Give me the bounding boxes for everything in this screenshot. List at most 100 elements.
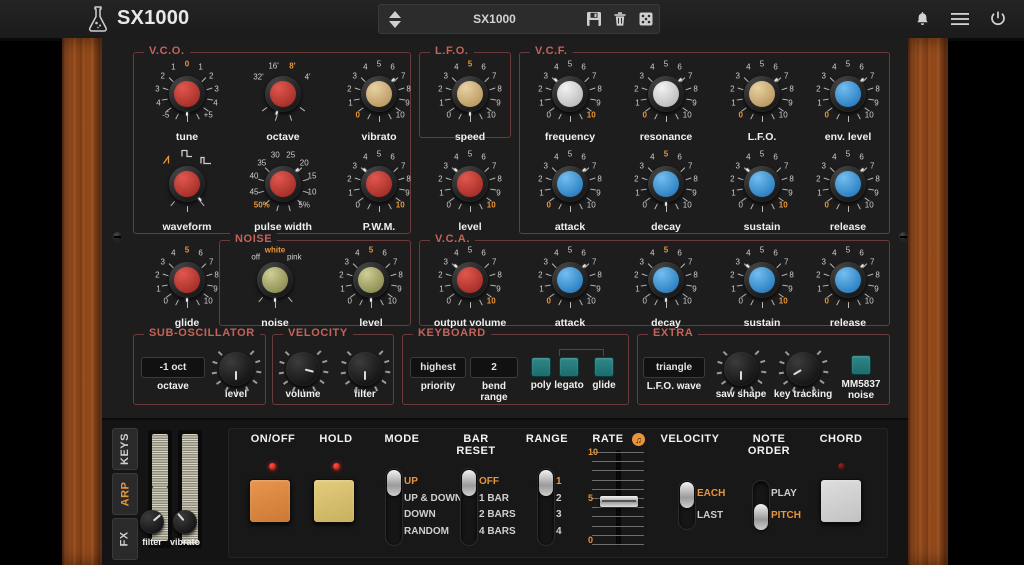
- knob-noise_level-body[interactable]: [353, 262, 389, 302]
- small-knob-velocity-filter-body[interactable]: [340, 350, 390, 394]
- tab-keys[interactable]: KEYS: [112, 428, 138, 470]
- arp-range-option-2[interactable]: 3: [556, 509, 562, 520]
- chevron-down-icon[interactable]: [389, 20, 401, 28]
- knob-tune-body[interactable]: [169, 76, 205, 116]
- knob-vcf_freq-dial[interactable]: 0 1 2 3 4 5 6 7 8 9 10: [527, 60, 613, 130]
- arp-note-order-option-1[interactable]: PITCH: [771, 510, 801, 521]
- preset-stepper[interactable]: [382, 6, 408, 32]
- keyboard-glide-toggle[interactable]: [594, 357, 614, 377]
- small-knob-velocity-volume-body[interactable]: [278, 350, 328, 394]
- arp-mode-switch[interactable]: [385, 468, 403, 546]
- knob-tune-dial[interactable]: -5 4 3 2 1 0 1 2 3 4 +5: [144, 60, 230, 130]
- knob-lfo_level-body[interactable]: [452, 166, 488, 202]
- knob-vca_release-body[interactable]: [830, 262, 866, 298]
- arp-bar-reset-option-0[interactable]: OFF: [479, 476, 499, 487]
- knob-vca_volume-dial[interactable]: 0 1 2 3 4 5 6 7 8 9 10: [427, 246, 513, 316]
- keyboard-legato-toggle[interactable]: [559, 357, 579, 377]
- knob-vca_decay-dial[interactable]: 0 1 2 3 4 5 6 7 8 9 10: [623, 246, 709, 316]
- arp-velocity-option-1[interactable]: LAST: [697, 510, 723, 521]
- knob-vcf_decay-dial[interactable]: 0 1 2 3 4 5 6 7 8 9 10: [623, 150, 709, 220]
- arp-onoff-button[interactable]: [249, 479, 291, 523]
- arp-range-option-3[interactable]: 4: [556, 526, 562, 537]
- arp-mode-option-3[interactable]: RANDOM: [404, 526, 449, 537]
- keyboard-bend-range-select[interactable]: 2: [470, 357, 518, 378]
- knob-vcf_sustain-body[interactable]: [744, 166, 780, 202]
- knob-vca_volume-body[interactable]: [452, 262, 488, 298]
- knob-vca_attack-dial[interactable]: 0 1 2 3 4 5 6 7 8 9 10: [527, 246, 613, 316]
- knob-lfo_speed-body[interactable]: [452, 76, 488, 116]
- knob-vcf_release-body[interactable]: [830, 166, 866, 202]
- chevron-up-icon[interactable]: [389, 10, 401, 18]
- arp-rate-handle[interactable]: [600, 495, 638, 507]
- knob-waveform-body[interactable]: [169, 166, 205, 202]
- knob-pwm-body[interactable]: [361, 166, 397, 202]
- knob-vcf_freq-body[interactable]: [552, 76, 588, 112]
- knob-vcf_lfo-dial[interactable]: 0 1 2 3 4 5 6 7 8 9 10: [719, 60, 805, 130]
- knob-vcf_sustain-dial[interactable]: 0 1 2 3 4 5 6 7 8 9 10: [719, 150, 805, 220]
- arp-rate-sync-icon[interactable]: ♫: [632, 433, 645, 446]
- knob-glide-body[interactable]: [169, 262, 205, 302]
- knob-octave-body[interactable]: [265, 76, 301, 116]
- knob-vcf_release-dial[interactable]: 0 1 2 3 4 5 6 7 8 9 10: [805, 150, 891, 220]
- keyboard-priority-select[interactable]: highest: [410, 357, 466, 378]
- power-icon[interactable]: [984, 5, 1012, 33]
- tab-arp[interactable]: ARP: [112, 473, 138, 515]
- knob-glide-dial[interactable]: 0 1 2 3 4 5 6 7 8 9 10: [144, 246, 230, 316]
- knob-vca_release-dial[interactable]: 0 1 2 3 4 5 6 7 8 9 10: [805, 246, 891, 316]
- arp-note-order-option-0[interactable]: PLAY: [771, 488, 797, 499]
- knob-lfo_level-dial[interactable]: 0 1 2 3 4 5 6 7 8 9 10: [427, 150, 513, 220]
- knob-vca_attack-body[interactable]: [552, 262, 588, 298]
- arp-hold-button[interactable]: [313, 479, 355, 523]
- knob-vcf_envlevel-dial[interactable]: 0 1 2 3 4 5 6 7 8 9 10: [805, 60, 891, 130]
- knob-octave-dial[interactable]: 32' 16' 8' 4': [240, 61, 326, 130]
- arp-range-option-0[interactable]: 1: [556, 476, 562, 487]
- knob-vca_sustain-body[interactable]: [744, 262, 780, 298]
- knob-vcf_envlevel-body[interactable]: [830, 76, 866, 112]
- arp-range-option-1[interactable]: 2: [556, 493, 562, 504]
- knob-lfo_speed-dial[interactable]: 0 1 2 3 4 5 6 7 8 9 10: [427, 60, 513, 130]
- bell-icon[interactable]: [908, 5, 936, 33]
- mm5837-noise-toggle[interactable]: [851, 355, 871, 375]
- arp-bar-reset-option-1[interactable]: 1 BAR: [479, 493, 509, 504]
- dice-icon[interactable]: [633, 6, 659, 32]
- trash-icon[interactable]: [607, 6, 633, 32]
- arp-bar-reset-switch[interactable]: [460, 468, 478, 546]
- small-knob-sub-level-body[interactable]: [211, 350, 261, 394]
- sub-osc-octave-select[interactable]: -1 oct: [141, 357, 205, 378]
- arp-range-switch[interactable]: [537, 468, 555, 546]
- knob-vibrato-body[interactable]: [361, 76, 397, 112]
- knob-pulse_width-dial[interactable]: 50% 45 40 35 30 25 20 15 10 5%: [240, 151, 326, 220]
- knob-noise_type-dial[interactable]: off white pink: [232, 246, 318, 316]
- small-knob-key-tracking-body[interactable]: [778, 350, 828, 394]
- knob-noise_level-dial[interactable]: 0 1 2 3 4 5 6 7 8 9 10: [328, 246, 414, 316]
- arp-bar-reset-option-2[interactable]: 2 BARS: [479, 509, 516, 520]
- hamburger-menu-icon[interactable]: [946, 5, 974, 33]
- arp-mode-option-1[interactable]: UP & DOWN: [404, 493, 462, 504]
- arp-note-order-switch[interactable]: [752, 480, 770, 530]
- knob-vcf_lfo-body[interactable]: [744, 76, 780, 112]
- arp-mode-option-2[interactable]: DOWN: [404, 509, 436, 520]
- arp-rate-slider[interactable]: 10 5 0: [588, 447, 646, 546]
- knob-vcf_res-dial[interactable]: 0 1 2 3 4 5 6 7 8 9 10: [623, 60, 709, 130]
- preset-name[interactable]: SX1000: [408, 12, 581, 26]
- knob-vcf_attack-body[interactable]: [552, 166, 588, 202]
- knob-pwm-dial[interactable]: 0 1 2 3 4 5 6 7 8 9 10: [336, 150, 422, 220]
- arp-chord-button[interactable]: [820, 479, 862, 523]
- knob-pulse_width-body[interactable]: [265, 166, 301, 202]
- knob-vcf_decay-body[interactable]: [648, 166, 684, 206]
- floppy-save-icon[interactable]: [581, 6, 607, 32]
- knob-noise_type-body[interactable]: [257, 262, 293, 302]
- knob-waveform-dial[interactable]: [144, 149, 230, 220]
- knob-vibrato-dial[interactable]: 0 1 2 3 4 5 6 7 8 9 10: [336, 60, 422, 130]
- knob-vcf_res-body[interactable]: [648, 76, 684, 112]
- knob-vcf_attack-dial[interactable]: 0 1 2 3 4 5 6 7 8 9 10: [527, 150, 613, 220]
- wheel-vibrato-knob[interactable]: [173, 510, 197, 534]
- keyboard-poly-toggle[interactable]: [531, 357, 551, 377]
- knob-vca_decay-body[interactable]: [648, 262, 684, 302]
- arp-mode-option-0[interactable]: UP: [404, 476, 418, 487]
- extra-lfo-wave-select[interactable]: triangle: [643, 357, 705, 378]
- arp-velocity-switch[interactable]: [678, 480, 696, 530]
- arp-velocity-option-0[interactable]: EACH: [697, 488, 725, 499]
- knob-vca_sustain-dial[interactable]: 0 1 2 3 4 5 6 7 8 9 10: [719, 246, 805, 316]
- small-knob-saw-shape-body[interactable]: [716, 350, 766, 394]
